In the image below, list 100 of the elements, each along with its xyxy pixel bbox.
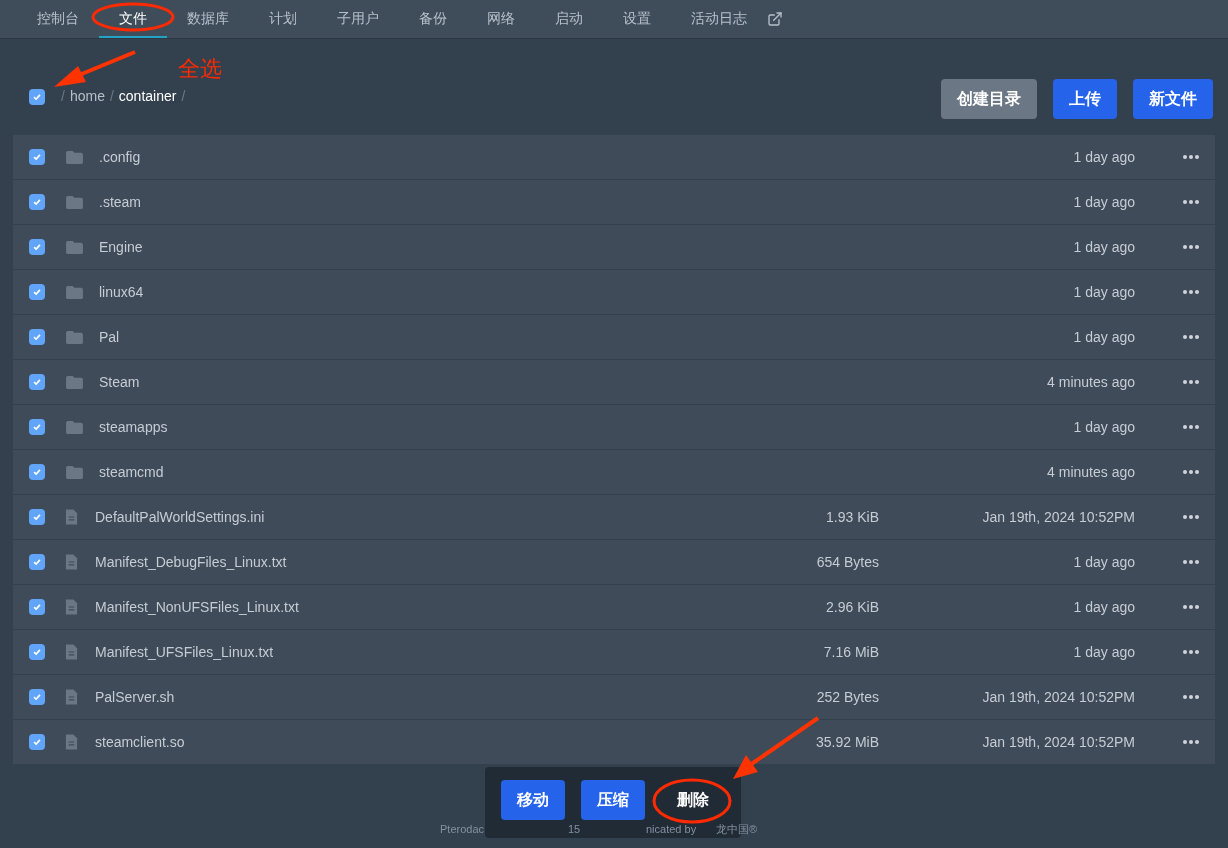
row-checkbox[interactable] bbox=[29, 554, 45, 570]
file-row[interactable]: linux64 1 day ago bbox=[13, 270, 1215, 314]
nav-tab[interactable]: 文件 bbox=[99, 0, 167, 38]
folder-icon bbox=[65, 419, 84, 435]
file-name[interactable]: Steam bbox=[99, 371, 955, 393]
action-button[interactable]: 新文件 bbox=[1133, 79, 1213, 119]
file-row[interactable]: Manifest_DebugFiles_Linux.txt 654 Bytes 1 day ago bbox=[13, 540, 1215, 584]
more-options-icon[interactable] bbox=[1183, 155, 1199, 159]
folder-icon bbox=[65, 374, 84, 390]
bulk-action-button[interactable]: 删除 bbox=[661, 779, 725, 820]
file-row[interactable]: Pal 1 day ago bbox=[13, 315, 1215, 359]
file-name[interactable]: linux64 bbox=[99, 281, 955, 303]
file-name[interactable]: DefaultPalWorldSettings.ini bbox=[95, 506, 739, 528]
row-checkbox[interactable] bbox=[29, 734, 45, 750]
folder-icon bbox=[65, 284, 84, 300]
file-row[interactable]: Steam 4 minutes ago bbox=[13, 360, 1215, 404]
bulk-action-button[interactable]: 移动 bbox=[501, 779, 565, 820]
nav-tab[interactable]: 备份 bbox=[399, 0, 467, 38]
checkmark-icon bbox=[32, 377, 42, 387]
more-options-icon[interactable] bbox=[1183, 245, 1199, 249]
nav-tab[interactable]: 活动日志 bbox=[671, 0, 767, 38]
more-options-icon[interactable] bbox=[1183, 290, 1199, 294]
breadcrumb-link[interactable]: home bbox=[69, 86, 105, 107]
checkmark-icon bbox=[32, 197, 42, 207]
modified-date: 1 day ago bbox=[1072, 327, 1135, 347]
nav-tab[interactable]: 计划 bbox=[249, 0, 317, 38]
file-row[interactable]: .config 1 day ago bbox=[13, 135, 1215, 179]
nav-tab[interactable]: 启动 bbox=[535, 0, 603, 38]
more-options-icon[interactable] bbox=[1183, 380, 1199, 384]
file-name[interactable]: Manifest_NonUFSFiles_Linux.txt bbox=[95, 596, 739, 618]
modified-date: 1 day ago bbox=[1072, 147, 1135, 167]
more-options-icon[interactable] bbox=[1183, 605, 1199, 609]
file-name[interactable]: steamcmd bbox=[99, 461, 955, 483]
file-row[interactable]: steamapps 1 day ago bbox=[13, 405, 1215, 449]
file-name[interactable]: steamapps bbox=[99, 416, 955, 438]
file-row[interactable]: Engine 1 day ago bbox=[13, 225, 1215, 269]
row-checkbox[interactable] bbox=[29, 689, 45, 705]
more-options-icon[interactable] bbox=[1183, 695, 1199, 699]
more-options-icon[interactable] bbox=[1183, 740, 1199, 744]
nav-tab[interactable]: 网络 bbox=[467, 0, 535, 38]
checkmark-icon bbox=[32, 242, 42, 252]
file-name[interactable]: Pal bbox=[99, 326, 955, 348]
file-size: 2.96 KiB bbox=[825, 597, 879, 617]
row-checkbox[interactable] bbox=[29, 509, 45, 525]
nav-tab[interactable]: 子用户 bbox=[317, 0, 399, 38]
modified-date: 4 minutes ago bbox=[1046, 372, 1135, 392]
file-name[interactable]: steamclient.so bbox=[95, 731, 739, 753]
nav-tab[interactable]: 控制台 bbox=[17, 0, 99, 38]
file-name[interactable]: .steam bbox=[99, 191, 955, 213]
modified-date: 1 day ago bbox=[1072, 282, 1135, 302]
more-options-icon[interactable] bbox=[1183, 200, 1199, 204]
checkmark-icon bbox=[32, 467, 42, 477]
row-checkbox[interactable] bbox=[29, 644, 45, 660]
folder-icon bbox=[65, 194, 84, 210]
file-name[interactable]: Manifest_DebugFiles_Linux.txt bbox=[95, 551, 739, 573]
row-checkbox[interactable] bbox=[29, 194, 45, 210]
footer-text: Pterodac bbox=[440, 824, 486, 835]
modified-date: 1 day ago bbox=[1072, 192, 1135, 212]
external-link-icon[interactable] bbox=[767, 11, 783, 27]
more-options-icon[interactable] bbox=[1183, 650, 1199, 654]
breadcrumb-link[interactable]: container bbox=[118, 86, 177, 107]
row-checkbox[interactable] bbox=[29, 329, 45, 345]
file-size: 35.92 MiB bbox=[814, 732, 879, 752]
checkmark-icon bbox=[32, 287, 42, 297]
select-all-checkbox[interactable] bbox=[29, 88, 45, 105]
more-options-icon[interactable] bbox=[1183, 425, 1199, 429]
file-row[interactable]: steamcmd 4 minutes ago bbox=[13, 450, 1215, 494]
row-checkbox[interactable] bbox=[29, 599, 45, 615]
more-options-icon[interactable] bbox=[1183, 335, 1199, 339]
row-checkbox[interactable] bbox=[29, 419, 45, 435]
file-name[interactable]: Manifest_UFSFiles_Linux.txt bbox=[95, 641, 739, 663]
row-checkbox[interactable] bbox=[29, 464, 45, 480]
annotation-label: 全选 bbox=[178, 58, 222, 80]
file-name[interactable]: Engine bbox=[99, 236, 955, 258]
more-options-icon[interactable] bbox=[1183, 560, 1199, 564]
action-button[interactable]: 创建目录 bbox=[941, 79, 1037, 119]
file-row[interactable]: .steam 1 day ago bbox=[13, 180, 1215, 224]
modified-date: Jan 19th, 2024 10:52PM bbox=[981, 732, 1135, 752]
row-checkbox[interactable] bbox=[29, 149, 45, 165]
more-options-icon[interactable] bbox=[1183, 470, 1199, 474]
file-row[interactable]: steamclient.so 35.92 MiB Jan 19th, 2024 10:52PM bbox=[13, 720, 1215, 764]
more-options-icon[interactable] bbox=[1183, 515, 1199, 519]
file-row[interactable]: Manifest_NonUFSFiles_Linux.txt 2.96 KiB 1 day ago bbox=[13, 585, 1215, 629]
file-name[interactable]: PalServer.sh bbox=[95, 686, 739, 708]
file-name[interactable]: .config bbox=[99, 146, 955, 168]
file-row[interactable]: Manifest_UFSFiles_Linux.txt 7.16 MiB 1 day ago bbox=[13, 630, 1215, 674]
checkmark-icon bbox=[32, 557, 42, 567]
bulk-action-button[interactable]: 压缩 bbox=[581, 779, 645, 820]
nav-tab[interactable]: 设置 bbox=[603, 0, 671, 38]
row-checkbox[interactable] bbox=[29, 284, 45, 300]
document-icon bbox=[65, 643, 78, 661]
nav-tab[interactable]: 数据库 bbox=[167, 0, 249, 38]
document-icon bbox=[65, 553, 78, 571]
row-checkbox[interactable] bbox=[29, 374, 45, 390]
file-row[interactable]: DefaultPalWorldSettings.ini 1.93 KiB Jan 19th, 2024 10:52PM bbox=[13, 495, 1215, 539]
folder-icon bbox=[65, 329, 84, 345]
row-checkbox[interactable] bbox=[29, 239, 45, 255]
document-icon bbox=[65, 688, 78, 706]
file-row[interactable]: PalServer.sh 252 Bytes Jan 19th, 2024 10:52PM bbox=[13, 675, 1215, 719]
action-button[interactable]: 上传 bbox=[1053, 79, 1117, 119]
